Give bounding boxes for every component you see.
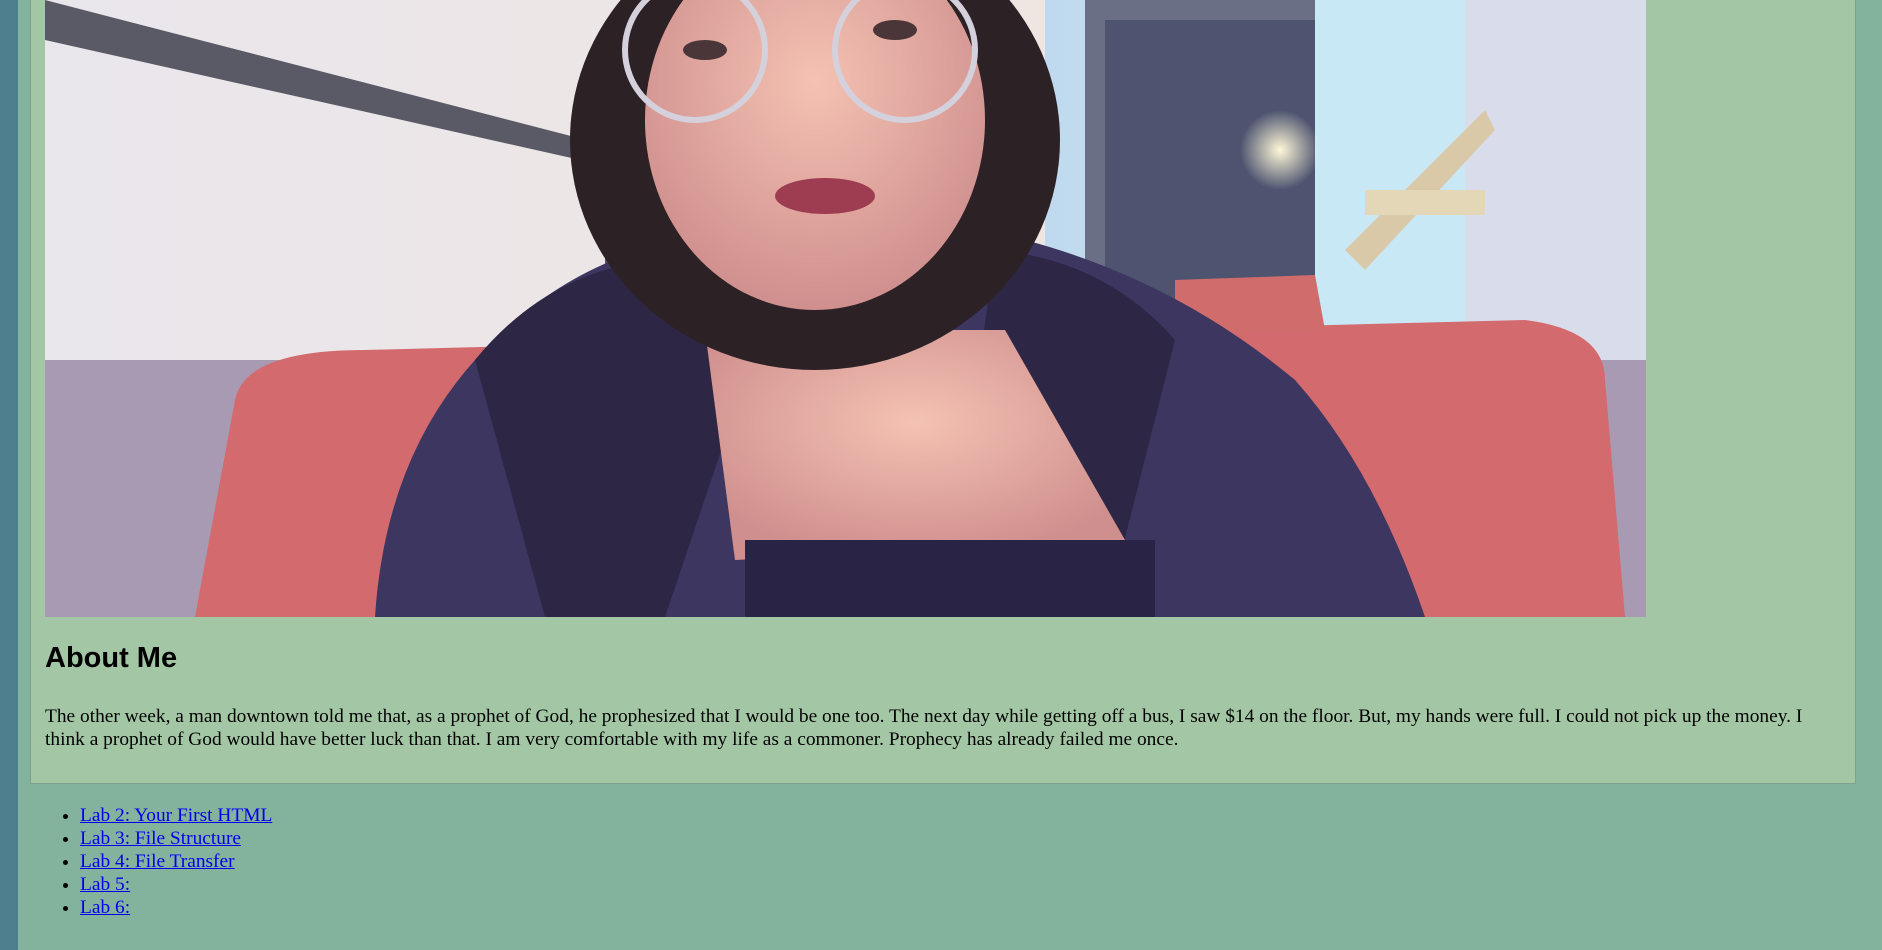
list-item: Lab 6:	[80, 896, 272, 919]
about-heading: About Me	[45, 642, 178, 674]
lab-5-link[interactable]: Lab 5:	[80, 874, 130, 895]
list-item: Lab 5:	[80, 873, 272, 896]
lab-3-link[interactable]: Lab 3: File Structure	[80, 828, 241, 849]
portrait-photo	[45, 0, 1646, 617]
list-item: Lab 2: Your First HTML	[80, 804, 272, 827]
lab-links-list: Lab 2: Your First HTML Lab 3: File Struc…	[18, 804, 272, 919]
lab-6-link[interactable]: Lab 6:	[80, 897, 130, 918]
list-item: Lab 3: File Structure	[80, 827, 272, 850]
lab-2-link[interactable]: Lab 2: Your First HTML	[80, 805, 272, 826]
portrait-image	[45, 0, 1646, 617]
list-item: Lab 4: File Transfer	[80, 850, 272, 873]
about-card: About Me The other week, a man downtown …	[30, 0, 1856, 784]
lab-4-link[interactable]: Lab 4: File Transfer	[80, 851, 235, 872]
about-paragraph: The other week, a man downtown told me t…	[45, 706, 1803, 750]
page-container: About Me The other week, a man downtown …	[18, 0, 1882, 950]
